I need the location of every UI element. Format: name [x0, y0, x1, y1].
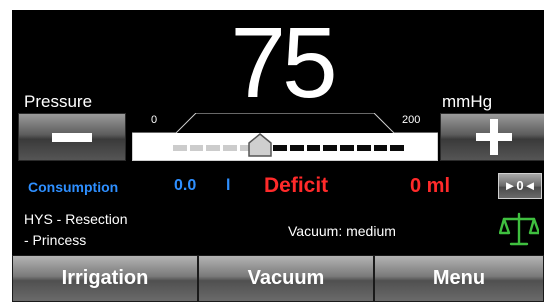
- menu-button[interactable]: Menu: [374, 255, 544, 302]
- touchscreen: 75 Pressure mmHg 0 200 Consumption 0.0 l…: [12, 10, 544, 302]
- slider-max-label: 200: [402, 114, 421, 126]
- slider-track-segment: [290, 145, 304, 151]
- unit-label: mmHg: [442, 92, 493, 111]
- fluid-status-row: Consumption 0.0 l Deficit 0 ml: [12, 174, 544, 200]
- consumption-value: 0.0: [174, 177, 197, 194]
- slider-track-segment: [356, 145, 371, 151]
- slider-track-segment: [189, 145, 204, 151]
- slider-track-segment: [373, 145, 388, 151]
- slider-track-segment: [223, 145, 237, 151]
- bottom-navigation: Irrigation Vacuum Menu: [12, 255, 544, 302]
- slider-track-segment: [340, 145, 354, 151]
- slider-thumb[interactable]: [247, 133, 273, 157]
- decrease-pressure-button[interactable]: [18, 113, 126, 161]
- slider-frame-shape: [132, 113, 438, 133]
- slider-header: [132, 113, 438, 133]
- vacuum-status: Vacuum: medium: [288, 223, 396, 239]
- deficit-label: Deficit: [264, 174, 329, 197]
- deficit-value: 0 ml: [410, 175, 451, 197]
- procedure-name-line1: HYS - Resection: [24, 211, 128, 227]
- slider-track-segment: [206, 145, 221, 151]
- pressure-label: Pressure: [24, 92, 93, 111]
- slider-track[interactable]: [172, 145, 406, 151]
- vacuum-button[interactable]: Vacuum: [198, 255, 374, 302]
- slider-track-segment: [323, 145, 338, 151]
- device-frame: 75 Pressure mmHg 0 200 Consumption 0.0 l…: [0, 0, 556, 307]
- irrigation-button[interactable]: Irrigation: [12, 255, 198, 302]
- balance-scale-icon: [498, 211, 541, 247]
- procedure-name-line2: - Princess: [24, 232, 87, 248]
- plus-icon: [476, 119, 512, 155]
- reset-deficit-button[interactable]: ►0◄: [498, 173, 542, 199]
- slider-track-segment: [390, 145, 404, 151]
- slider-track-segment: [273, 145, 287, 151]
- pressure-value: 75: [230, 10, 337, 119]
- slider-min-label: 0: [151, 114, 158, 126]
- consumption-label: Consumption: [28, 179, 119, 195]
- slider-track-segment: [306, 145, 321, 151]
- slider-track-segment: [173, 145, 187, 151]
- consumption-unit: l: [226, 177, 231, 194]
- minus-icon: [52, 132, 92, 142]
- increase-pressure-button[interactable]: [440, 113, 544, 161]
